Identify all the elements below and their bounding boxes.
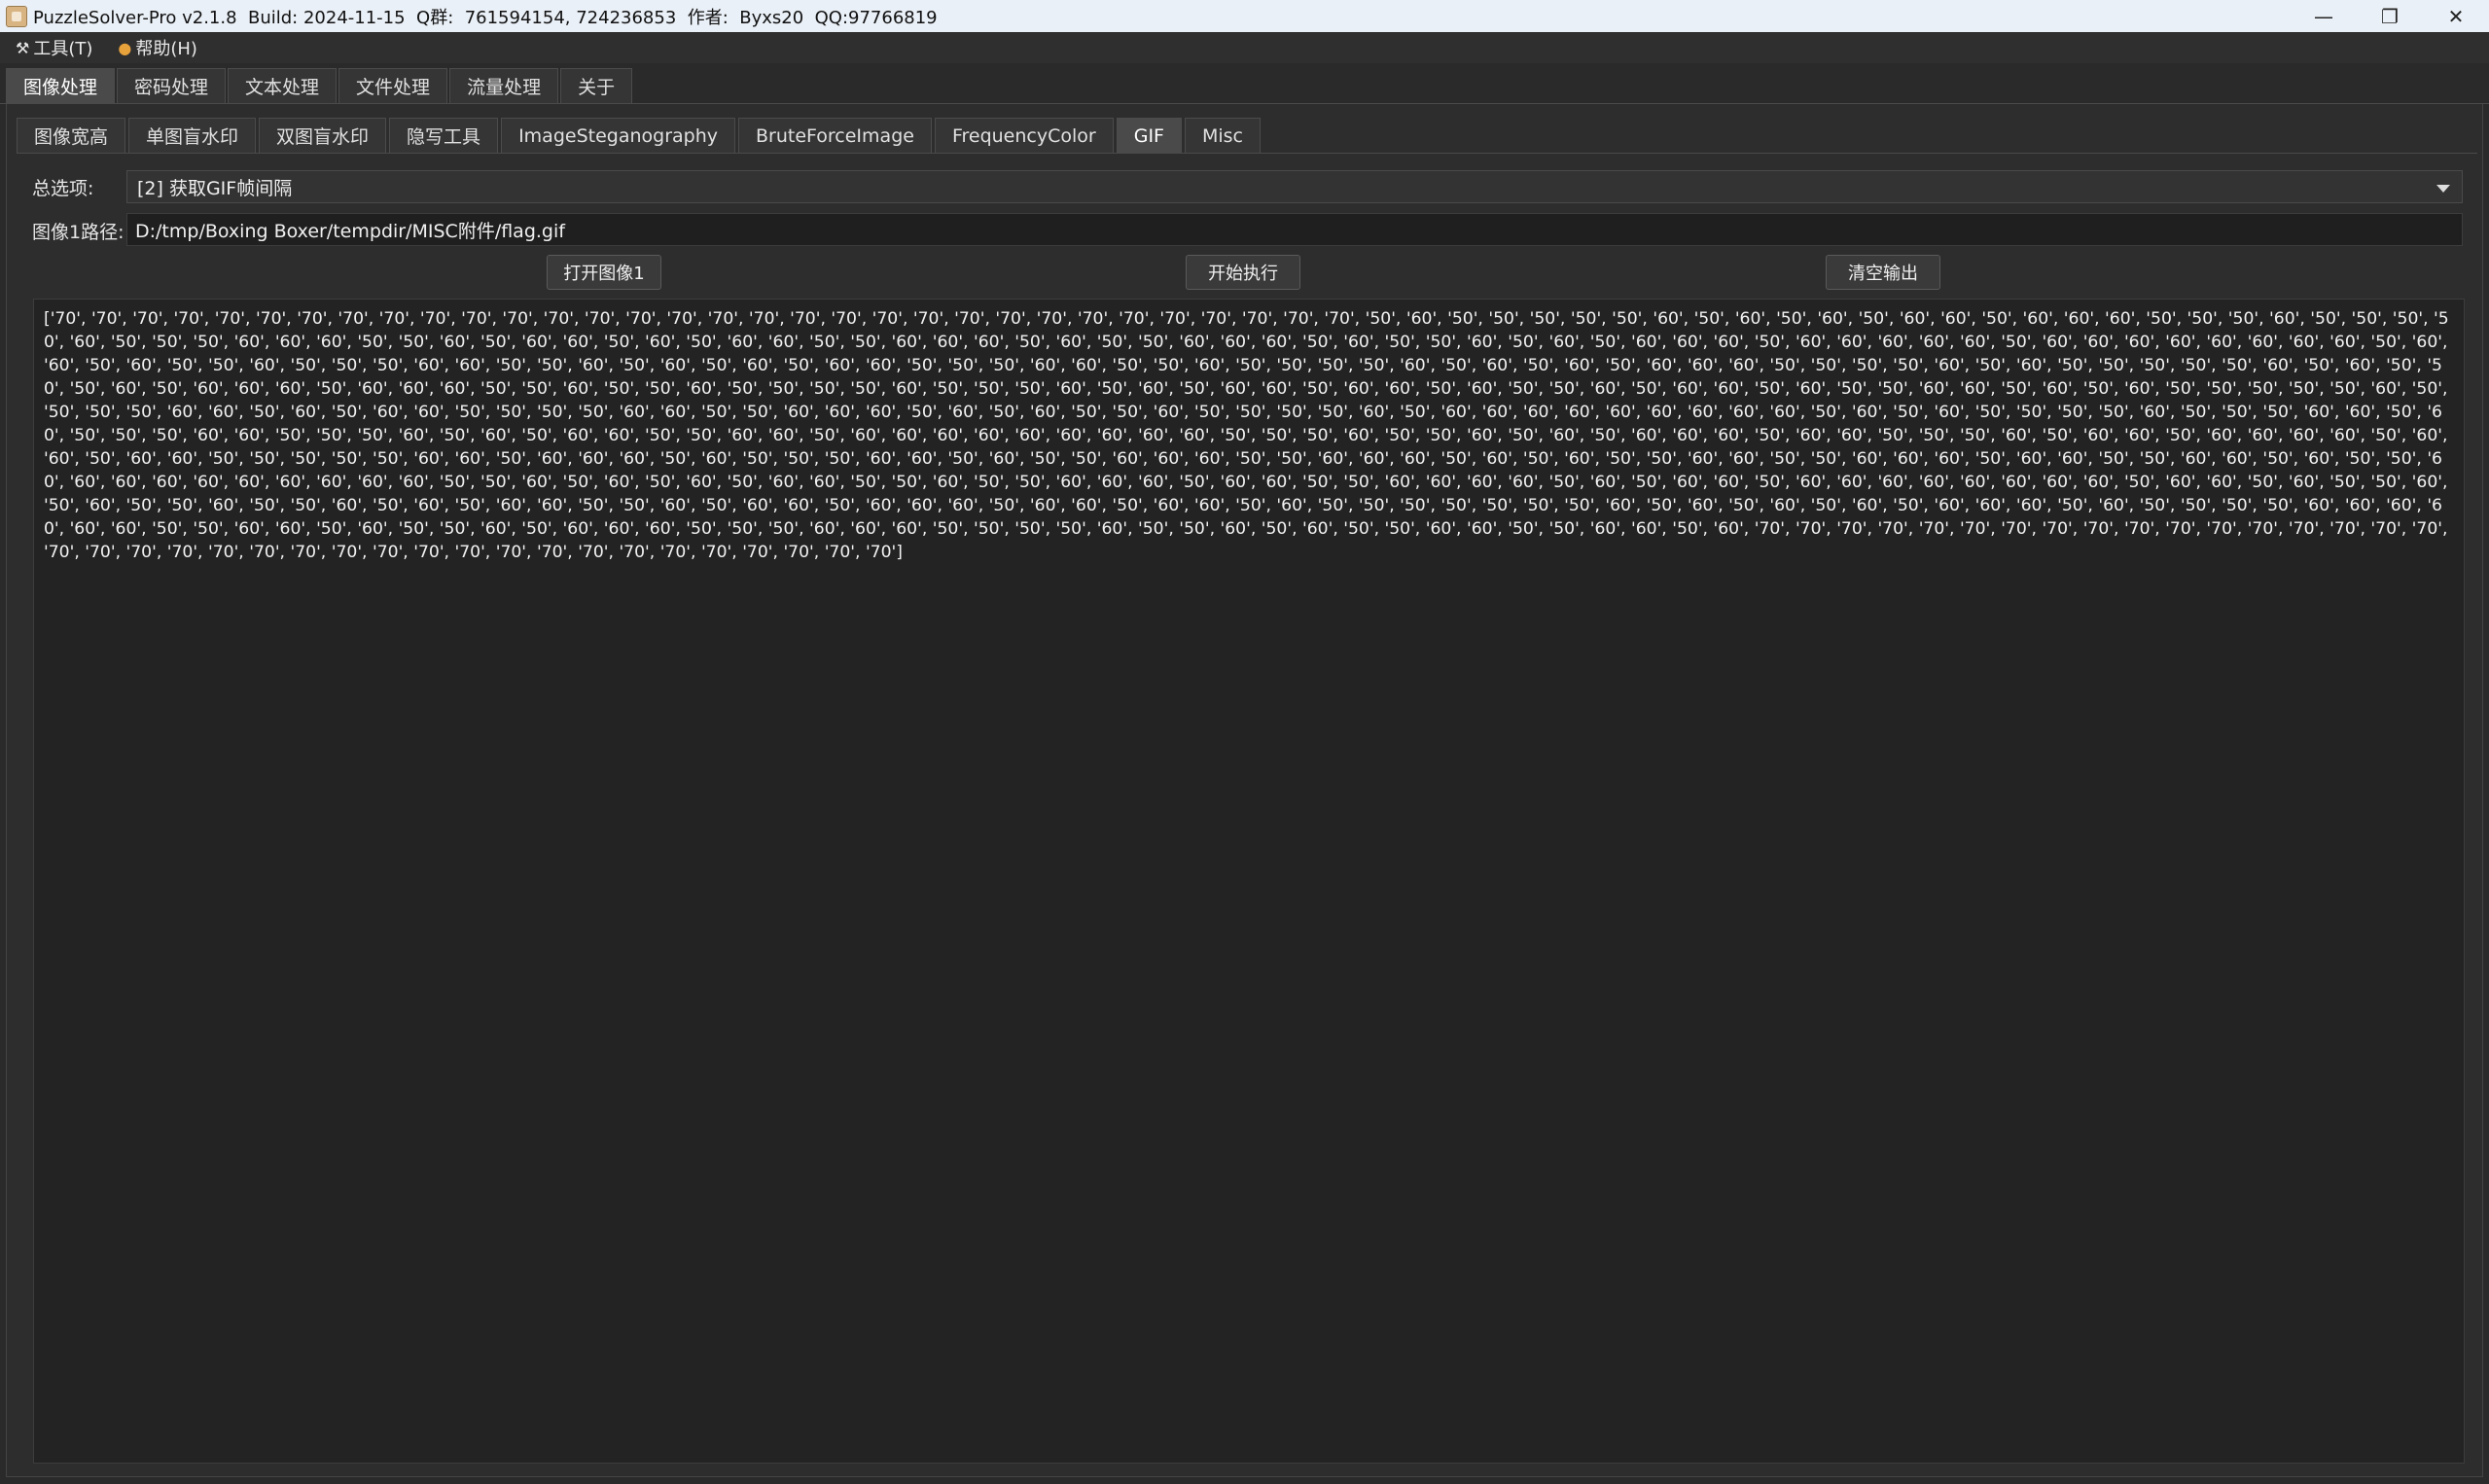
subtab-double-watermark[interactable]: 双图盲水印 [259,118,387,153]
menu-tools[interactable]: ⚒ 工具(T) [0,35,102,60]
window-title: PuzzleSolver-Pro v2.1.8 Build: 2024-11-1… [33,7,938,28]
subtab-misc[interactable]: Misc [1184,118,1262,153]
subtab-gif[interactable]: GIF [1116,118,1182,153]
option-label: 总选项: [32,178,94,199]
menu-tools-label: 工具(T) [33,39,93,59]
help-person-icon: ● [118,38,132,57]
window-controls: — ❐ ✕ [2291,0,2489,32]
subtab-image-steganography[interactable]: ImageSteganography [501,118,735,153]
tab-about[interactable]: 关于 [560,68,633,103]
close-button[interactable]: ✕ [2423,0,2489,32]
subtab-frequency-color[interactable]: FrequencyColor [934,118,1114,153]
dropdown-arrow-icon [2436,185,2450,193]
content-panel: 图像宽高 单图盲水印 双图盲水印 隐写工具 ImageSteganography… [6,104,2483,1477]
menu-help-label: 帮助(H) [135,39,197,59]
tab-text-processing[interactable]: 文本处理 [228,68,338,103]
tab-password-processing[interactable]: 密码处理 [117,68,227,103]
option-select[interactable]: [2] 获取GIF帧间隔 [126,170,2463,203]
subtab-brute-force-image[interactable]: BruteForceImage [738,118,932,153]
option-select-value: [2] 获取GIF帧间隔 [137,177,293,199]
path-label: 图像1路径: [32,222,124,243]
subtab-single-watermark[interactable]: 单图盲水印 [128,118,257,153]
subtab-divider [17,153,2477,154]
title-bar: PuzzleSolver-Pro v2.1.8 Build: 2024-11-1… [0,0,2489,32]
subtab-image-size[interactable]: 图像宽高 [17,118,126,153]
app-icon [6,5,27,27]
minimize-button[interactable]: — [2291,0,2357,32]
tab-file-processing[interactable]: 文件处理 [338,68,448,103]
main-tab-bar: 图像处理 密码处理 文本处理 文件处理 流量处理 关于 [0,63,2489,104]
menu-help[interactable]: ● 帮助(H) [102,35,207,60]
maximize-button[interactable]: ❐ [2357,0,2423,32]
clear-output-button[interactable]: 清空输出 [1826,255,1940,290]
menu-bar: ⚒ 工具(T) ● 帮助(H) [0,32,2489,63]
open-image-button[interactable]: 打开图像1 [547,255,661,290]
run-button[interactable]: 开始执行 [1186,255,1300,290]
tab-image-processing[interactable]: 图像处理 [6,68,116,103]
tab-traffic-processing[interactable]: 流量处理 [449,68,559,103]
window-bottom-border [0,1477,2489,1484]
image-path-input[interactable] [126,213,2463,246]
output-textarea[interactable]: ['70', '70', '70', '70', '70', '70', '70… [33,299,2465,1464]
tools-icon: ⚒ [16,38,30,57]
subtab-stego-tools[interactable]: 隐写工具 [389,118,499,153]
sub-tab-bar: 图像宽高 单图盲水印 双图盲水印 隐写工具 ImageSteganography… [17,118,1263,153]
